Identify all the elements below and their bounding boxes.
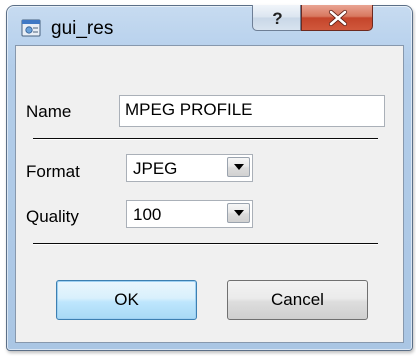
window-title: gui_res xyxy=(51,18,114,39)
separator-top xyxy=(33,138,378,140)
quality-select[interactable]: 100 xyxy=(126,200,253,228)
title-bar[interactable]: gui_res ? xyxy=(7,5,412,44)
dialog-client-area: Name MPEG PROFILE Format JPEG Quality 10… xyxy=(15,45,404,343)
name-label: Name xyxy=(26,102,72,121)
quality-label: Quality xyxy=(26,207,79,226)
separator-bottom xyxy=(33,243,378,245)
help-button[interactable]: ? xyxy=(252,5,301,31)
format-label: Format xyxy=(26,162,80,181)
quality-dropdown-button[interactable] xyxy=(227,203,250,223)
svg-text:?: ? xyxy=(272,9,282,28)
question-mark-icon: ? xyxy=(272,9,282,28)
dialog-window: gui_res ? Name MPEG PROFILE Format JPEG xyxy=(6,5,413,351)
chevron-down-icon xyxy=(234,164,244,170)
format-selected-value: JPEG xyxy=(133,159,178,178)
chevron-down-icon xyxy=(234,210,244,216)
close-button[interactable] xyxy=(301,5,373,31)
close-x-icon xyxy=(328,9,348,27)
format-select[interactable]: JPEG xyxy=(126,154,253,182)
name-input[interactable]: MPEG PROFILE xyxy=(119,95,385,127)
app-window-icon[interactable] xyxy=(21,18,41,38)
cancel-button[interactable]: Cancel xyxy=(227,280,368,320)
quality-selected-value: 100 xyxy=(133,205,162,224)
ok-button[interactable]: OK xyxy=(56,280,197,320)
format-dropdown-button[interactable] xyxy=(227,157,250,177)
